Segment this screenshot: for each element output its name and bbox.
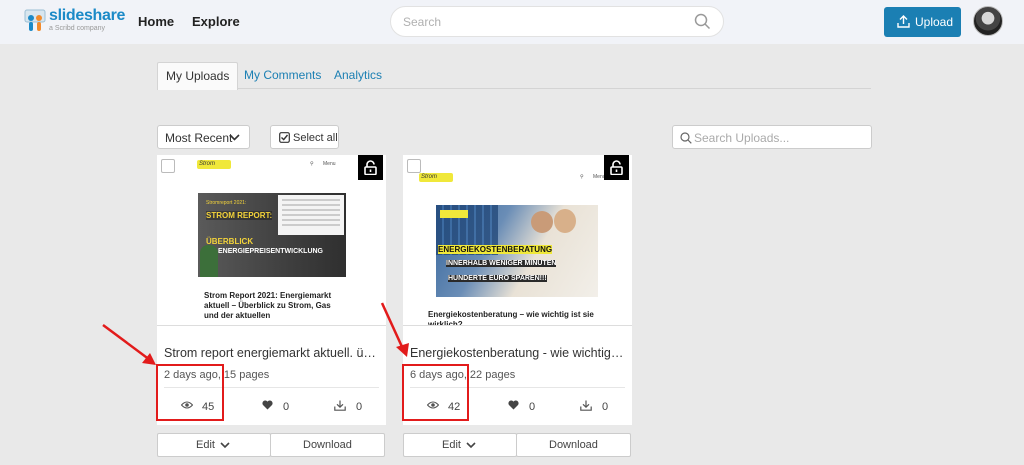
- slideshare-logo-icon: [24, 9, 46, 31]
- download-label: Download: [549, 439, 598, 451]
- downloads-count: 0: [356, 401, 363, 413]
- upload-label: Upload: [915, 15, 954, 29]
- search-uploads-placeholder: Search Uploads...: [694, 131, 790, 145]
- sort-label: Most Recent: [165, 131, 233, 145]
- thumbnail-menu: Menu: [323, 161, 336, 167]
- edit-button[interactable]: Edit: [157, 433, 271, 457]
- select-all-label: Select all: [293, 132, 338, 144]
- select-checkbox[interactable]: [407, 159, 421, 173]
- download-button[interactable]: Download: [270, 433, 385, 457]
- downloads-count: 0: [602, 401, 609, 413]
- thumbnail-logo: Strom: [419, 173, 453, 182]
- download-icon: [334, 400, 346, 411]
- chevron-down-icon: [220, 442, 230, 449]
- annotation-arrow: [380, 302, 409, 357]
- lock-icon: [364, 160, 377, 175]
- thumbnail-headline: ENERGIEKOSTENBERATUNG: [438, 245, 553, 254]
- thumbnail-search-icon: ⚲: [310, 161, 314, 167]
- thumbnail-headline: INNERHALB WENIGER MINUTEN: [446, 260, 557, 267]
- thumbnail-headline: ENERGIEPREISENTWICKLUNG: [218, 248, 324, 255]
- private-lock[interactable]: [604, 155, 629, 180]
- likes-count: 0: [283, 401, 290, 413]
- sort-dropdown[interactable]: Most Recent: [157, 125, 250, 149]
- tab-my-comments[interactable]: My Comments: [244, 62, 321, 89]
- edit-button[interactable]: Edit: [403, 433, 517, 457]
- top-header: slideshare a Scribd company Home Explore…: [0, 0, 1024, 44]
- select-all-button[interactable]: Select all: [270, 125, 339, 149]
- thumbnail-logo: Strom: [197, 160, 231, 169]
- download-label: Download: [303, 439, 352, 451]
- upload-tabs: My Uploads My Comments Analytics: [157, 62, 871, 90]
- select-checkbox[interactable]: [161, 159, 175, 173]
- upload-button[interactable]: Upload: [884, 7, 961, 37]
- search-icon: [680, 132, 692, 144]
- thumbnail-image: Stromreport 2021: STROM REPORT: ÜBERBLIC…: [198, 193, 346, 277]
- thumbnail-search-icon: ⚲: [580, 174, 584, 180]
- thumbnail-headline: Stromreport 2021:: [206, 200, 247, 206]
- annotation-arrow: [102, 323, 156, 365]
- likes-count: 0: [529, 401, 536, 413]
- nav-explore[interactable]: Explore: [192, 14, 240, 29]
- document-thumbnail[interactable]: Strom ⚲ Menu ENERGIEKOSTENBERATUNG INNER…: [403, 155, 632, 326]
- annotation-highlight-box: [156, 364, 224, 421]
- card-title[interactable]: Strom report energiemarkt aktuell. üb...: [164, 346, 379, 360]
- edit-label: Edit: [442, 439, 461, 451]
- card-title[interactable]: Energiekostenberatung - wie wichtig i...: [410, 346, 625, 360]
- slideshare-logo[interactable]: slideshare a Scribd company: [24, 7, 125, 37]
- download-icon: [580, 400, 592, 411]
- document-thumbnail[interactable]: Strom ⚲ Menu Stromreport 2021: STROM REP…: [157, 155, 386, 326]
- heart-icon: [262, 400, 273, 410]
- chevron-down-icon: [229, 134, 240, 141]
- nav-home[interactable]: Home: [138, 14, 174, 29]
- search-uploads-input[interactable]: Search Uploads...: [672, 125, 872, 149]
- tab-analytics[interactable]: Analytics: [334, 62, 382, 89]
- upload-icon: [897, 15, 910, 28]
- check-square-icon: [279, 132, 290, 143]
- heart-icon: [508, 400, 519, 410]
- edit-label: Edit: [196, 439, 215, 451]
- thumbnail-caption: Strom Report 2021: Energiemarkt aktuell …: [204, 291, 342, 321]
- search-input[interactable]: Search: [390, 6, 724, 37]
- lock-icon: [610, 160, 623, 175]
- thumbnail-headline: STROM REPORT:: [206, 211, 273, 220]
- annotation-highlight-box: [402, 364, 469, 421]
- thumbnail-headline: HUNDERTE EURO SPAREN!!!: [448, 275, 547, 282]
- search-placeholder: Search: [403, 15, 442, 29]
- thumbnail-caption: Energiekostenberatung – wie wichtig ist …: [428, 310, 613, 325]
- tab-my-uploads[interactable]: My Uploads: [157, 62, 239, 90]
- chevron-down-icon: [466, 442, 476, 449]
- avatar[interactable]: [973, 6, 1003, 36]
- thumbnail-image: ENERGIEKOSTENBERATUNG INNERHALB WENIGER …: [436, 205, 598, 297]
- logo-subtitle: a Scribd company: [49, 25, 106, 32]
- logo-text: slideshare: [49, 7, 126, 24]
- search-icon: [694, 13, 711, 30]
- download-button[interactable]: Download: [516, 433, 631, 457]
- private-lock[interactable]: [358, 155, 383, 180]
